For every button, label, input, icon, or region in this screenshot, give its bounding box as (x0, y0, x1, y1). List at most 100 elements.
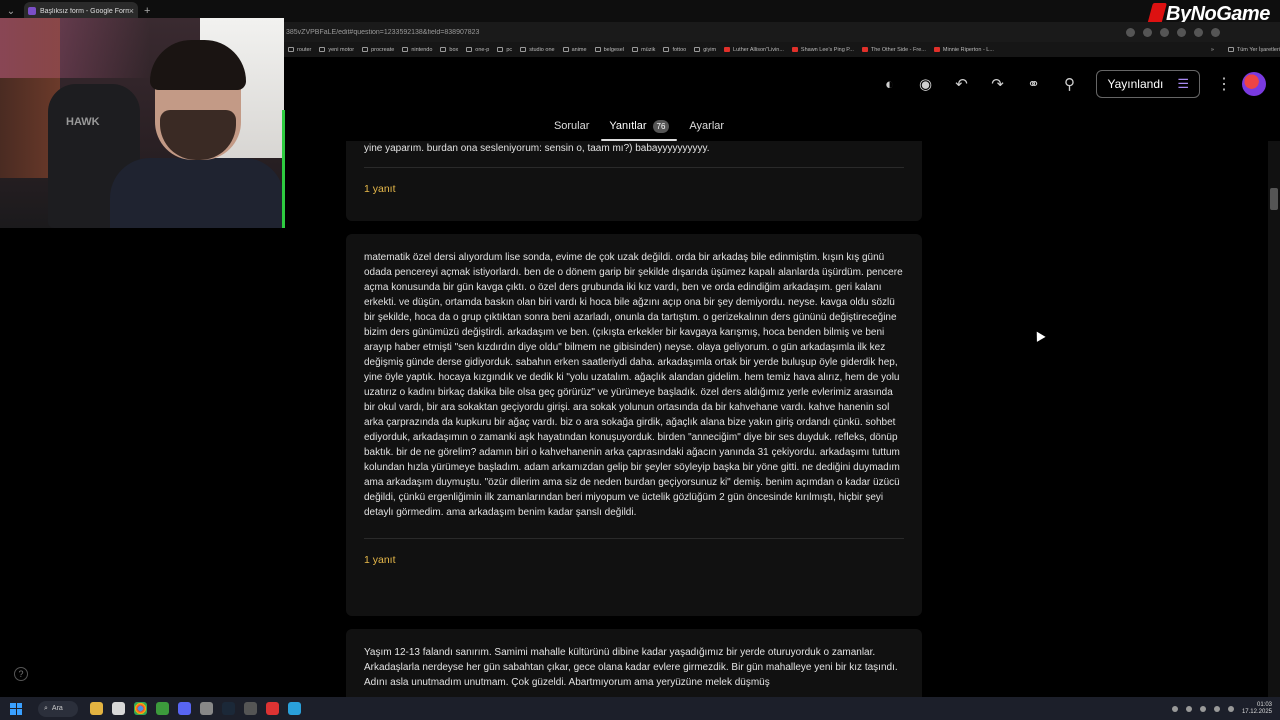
bookmark-item[interactable]: studio one (520, 47, 555, 53)
search-icon: ⌕ (44, 704, 48, 712)
bookmark-label: Minnie Riperton - L... (942, 46, 994, 53)
bookmark-item[interactable]: box (440, 47, 458, 53)
youtube-icon (791, 47, 798, 52)
extension-icon[interactable] (1211, 27, 1220, 37)
system-tray: 01:03 17.12.2025 (1171, 702, 1280, 716)
bookmark-item[interactable]: Minnie Riperton - L... (933, 46, 994, 53)
avatar[interactable] (1242, 72, 1266, 96)
youtube-icon (724, 47, 731, 52)
bookmark-item[interactable]: procreate (362, 47, 394, 53)
published-button[interactable]: Yayınlandı ☰ (1095, 70, 1200, 98)
tune-icon: ☰ (1177, 76, 1189, 91)
app-icon[interactable] (266, 702, 279, 715)
bookmark-item[interactable]: anime (562, 47, 587, 53)
clock[interactable]: 01:03 17.12.2025 (1242, 702, 1272, 716)
folder-icon (594, 47, 601, 52)
reply-count-link[interactable]: 1 yanıt (346, 183, 922, 195)
help-icon[interactable]: ? (14, 667, 28, 681)
bookmarks-bar: router yeni motor procreate nintendo box one-… (284, 42, 1280, 57)
bookmark-item[interactable]: fottoo (663, 47, 686, 53)
bookmark-label: Tüm Yer İşaretleri (1236, 46, 1280, 53)
zoom-icon[interactable] (1126, 27, 1135, 37)
app-icon[interactable] (200, 702, 213, 715)
bookmark-item[interactable]: pc (497, 47, 512, 53)
bookmark-item[interactable]: belgesel (594, 47, 624, 53)
bookmark-item[interactable]: Shawn Lee's Ping P... (791, 46, 854, 53)
redo-icon[interactable]: ↷ (988, 74, 1008, 94)
pink-light (0, 18, 150, 78)
tab-title: Başlıksız form - Google Formlar (40, 7, 129, 15)
palette-icon[interactable]: ◐ (880, 74, 900, 94)
notepad-icon[interactable] (112, 702, 125, 715)
bookmarks-more-icon[interactable]: » (1211, 47, 1220, 53)
scrollbar-thumb[interactable] (1270, 188, 1278, 210)
folder-icon (663, 47, 670, 52)
extension-icon[interactable] (1194, 27, 1203, 37)
undo-icon[interactable]: ↶ (952, 74, 972, 94)
clock-time: 01:03 (1256, 701, 1272, 708)
bookmark-item[interactable]: The Other Side - Fre... (861, 47, 926, 53)
bookmark-item[interactable]: giyim (694, 47, 716, 53)
divider (364, 538, 904, 539)
tab-settings[interactable]: Ayarlar (689, 115, 724, 137)
folder-icon (466, 47, 473, 52)
bookmark-label: nintendo (411, 46, 433, 53)
tab-questions[interactable]: Sorular (554, 115, 589, 137)
bookmark-label: yeni motor (328, 46, 355, 53)
eye-icon[interactable]: ◉ (916, 74, 936, 94)
extension-icon[interactable] (1177, 27, 1186, 37)
app-icon[interactable] (288, 702, 301, 715)
bookmark-label: Shawn Lee's Ping P... (800, 46, 854, 53)
webcam-border (282, 110, 285, 228)
battery-icon[interactable] (1227, 705, 1234, 712)
bookmark-label: fottoo (672, 46, 687, 53)
star-icon[interactable] (1143, 27, 1152, 37)
bookmark-item[interactable]: one-p (466, 47, 489, 53)
reply-count-link[interactable]: 1 yanıt (346, 554, 922, 566)
google-forms-icon (28, 7, 36, 15)
bookmark-label: procreate (371, 46, 395, 53)
discord-icon[interactable] (178, 702, 191, 715)
scrollbar[interactable] (1268, 141, 1280, 697)
screen: ⌄ Başlıksız form - Google Formlar × + By… (0, 0, 1280, 720)
extension-icon[interactable] (1160, 27, 1169, 37)
responses-list: yine yaparım. burdan ona sesleniyorum: s… (284, 141, 1280, 697)
new-tab-icon[interactable]: + (144, 5, 150, 17)
taskbar-search[interactable]: ⌕ Ara (38, 700, 78, 717)
bookmark-item[interactable]: Luther Allison"Livin... (724, 47, 784, 53)
tab-label: Yanıtlar (609, 120, 647, 132)
mic-icon[interactable] (1199, 705, 1206, 712)
volume-icon[interactable] (1213, 705, 1220, 712)
xbox-icon[interactable] (156, 702, 169, 715)
link-icon[interactable]: ⚭ (1024, 74, 1044, 94)
url-text[interactable]: 385vZVPBFaLE/edit#question=1233592138&fi… (284, 29, 1126, 36)
add-person-icon[interactable]: ⚲ (1060, 74, 1080, 94)
address-bar[interactable]: 385vZVPBFaLE/edit#question=1233592138&fi… (284, 22, 1280, 42)
network-icon[interactable] (1185, 705, 1192, 712)
webcam-overlay: HAWK (0, 18, 284, 228)
response-count-badge: 76 (652, 119, 670, 133)
bookmark-item[interactable]: router (288, 47, 311, 53)
bookmark-item[interactable]: nintendo (402, 47, 432, 53)
tab-label: Sorular (553, 120, 590, 132)
bookmark-item[interactable]: müzik (632, 47, 655, 53)
steam-icon[interactable] (222, 702, 235, 715)
windows-start-icon[interactable] (10, 702, 22, 715)
clock-date: 17.12.2025 (1241, 708, 1272, 715)
folder-icon (562, 47, 569, 52)
all-bookmarks[interactable]: Tüm Yer İşaretleri (1227, 46, 1280, 53)
bookmark-item[interactable]: yeni motor (319, 47, 354, 53)
response-card: matematik özel dersi alıyordum lise sond… (346, 234, 922, 616)
bookmark-label: giyim (703, 46, 717, 53)
chevron-up-icon[interactable] (1171, 705, 1178, 712)
chrome-icon[interactable] (134, 702, 147, 715)
app-icon[interactable] (244, 702, 257, 715)
youtube-icon (861, 47, 868, 52)
tab-close-icon[interactable]: × (129, 6, 134, 16)
folder-icon (1227, 47, 1234, 52)
bookmark-label: router (297, 46, 312, 53)
file-explorer-icon[interactable] (90, 702, 103, 715)
more-vert-icon[interactable]: ⋮ (1216, 74, 1232, 94)
search-label: Ara (51, 705, 63, 712)
tab-responses[interactable]: Yanıtlar 76 (601, 115, 678, 141)
